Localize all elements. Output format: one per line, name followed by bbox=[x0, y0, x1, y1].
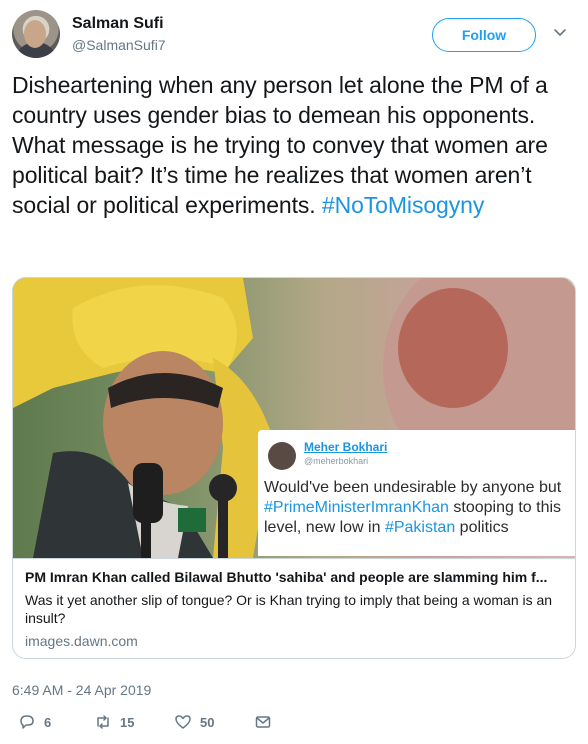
quote-avatar bbox=[268, 442, 296, 470]
like-icon bbox=[175, 715, 191, 729]
author-avatar[interactable] bbox=[12, 10, 60, 58]
retweet-button[interactable]: 15 bbox=[94, 712, 134, 732]
message-button[interactable] bbox=[254, 712, 272, 732]
quote-text-part: politics bbox=[455, 519, 509, 536]
tweet-header: Salman Sufi @SalmanSufi7 Follow bbox=[12, 10, 576, 62]
reply-count: 6 bbox=[44, 714, 52, 730]
like-count: 50 bbox=[200, 714, 215, 730]
card-description: Was it yet another slip of tongue? Or is… bbox=[25, 592, 553, 626]
embedded-quote: Meher Bokhari @meherbokhari Would've bee… bbox=[258, 430, 575, 556]
tweet-actions: 6 15 50 bbox=[12, 712, 576, 734]
hashtag-link[interactable]: #NoToMisogyny bbox=[322, 192, 484, 218]
reply-button[interactable]: 6 bbox=[18, 712, 51, 732]
card-meta[interactable]: PM Imran Khan called Bilawal Bhutto 'sah… bbox=[13, 558, 575, 658]
message-icon bbox=[255, 716, 271, 728]
link-card[interactable]: Meher Bokhari @meherbokhari Would've bee… bbox=[12, 277, 576, 659]
tweet-text: Disheartening when any person let alone … bbox=[12, 70, 578, 220]
author-handle[interactable]: @SalmanSufi7 bbox=[72, 37, 166, 53]
quote-text: Would've been undesirable by anyone but … bbox=[264, 478, 574, 538]
quote-hashtag: #PrimeMinisterImranKhan bbox=[264, 499, 449, 516]
quote-author-handle: @meherbokhari bbox=[304, 456, 369, 466]
quote-text-part: Would've been undesirable by anyone but bbox=[264, 479, 562, 496]
chevron-down-icon[interactable] bbox=[552, 24, 568, 40]
card-title[interactable]: PM Imran Khan called Bilawal Bhutto 'sah… bbox=[25, 569, 565, 585]
quote-author-name: Meher Bokhari bbox=[304, 440, 388, 454]
card-domain: images.dawn.com bbox=[25, 633, 138, 649]
like-button[interactable]: 50 bbox=[174, 712, 214, 732]
reply-icon bbox=[20, 715, 34, 729]
card-image: Meher Bokhari @meherbokhari Would've bee… bbox=[13, 278, 575, 558]
retweet-icon bbox=[97, 715, 109, 729]
author-name[interactable]: Salman Sufi bbox=[72, 15, 164, 33]
tweet-timestamp[interactable]: 6:49 AM - 24 Apr 2019 bbox=[12, 682, 151, 698]
retweet-count: 15 bbox=[120, 714, 135, 730]
quote-hashtag: #Pakistan bbox=[384, 519, 456, 536]
follow-button[interactable]: Follow bbox=[432, 18, 536, 52]
